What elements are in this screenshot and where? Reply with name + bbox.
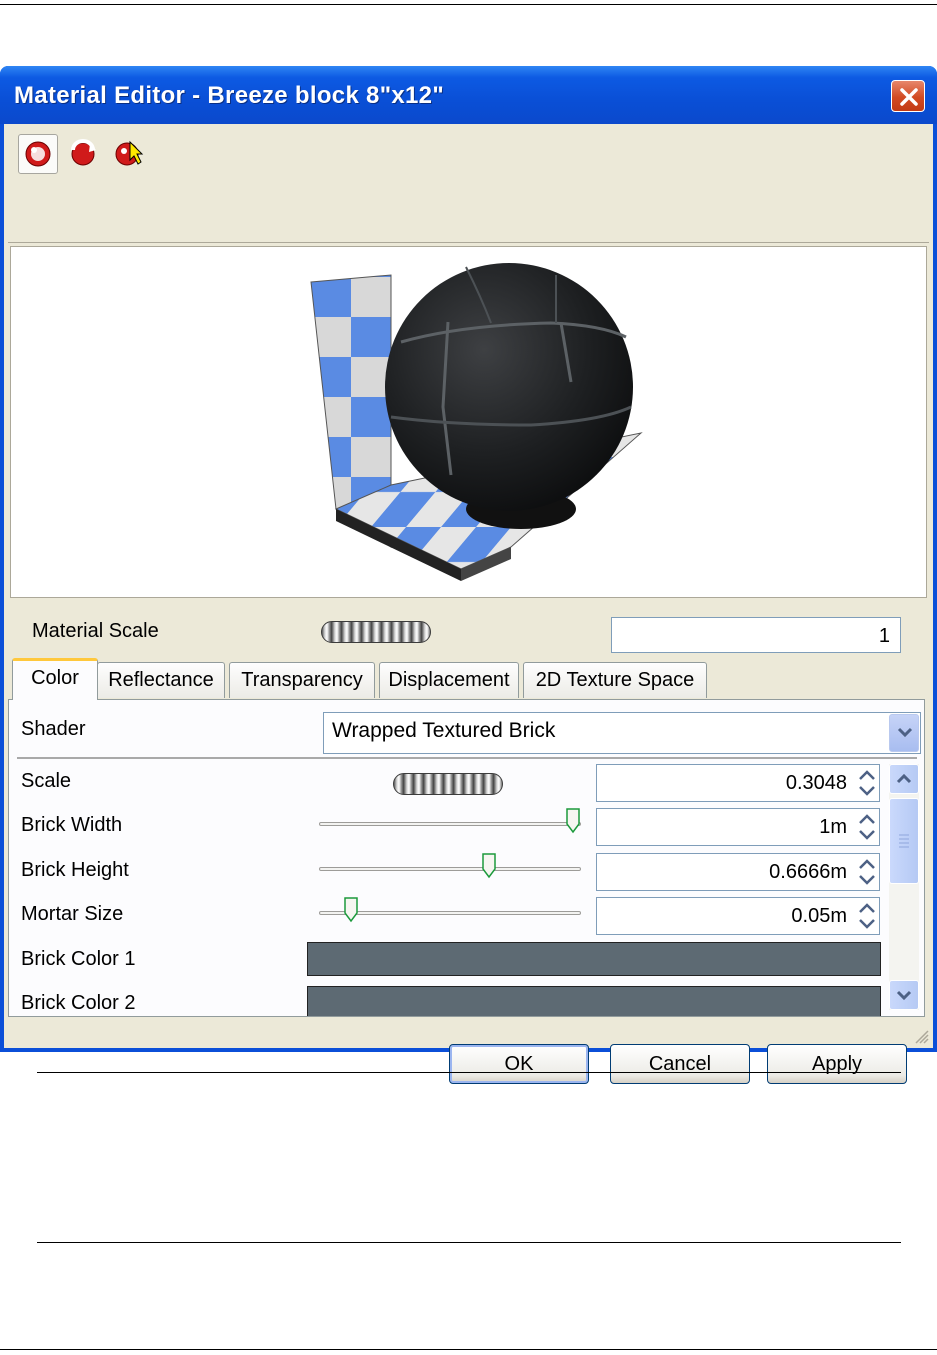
shader-dropdown[interactable]: Wrapped Textured Brick	[323, 712, 921, 754]
brick-height-slider-thumb[interactable]	[481, 853, 497, 879]
brick-width-slider-track[interactable]	[319, 822, 581, 826]
shader-separator	[17, 757, 917, 759]
apply-button[interactable]: Apply	[767, 1044, 907, 1084]
page-divider-2	[37, 1242, 901, 1243]
param-scale-label: Scale	[21, 770, 72, 792]
resize-grip-icon[interactable]	[911, 1026, 929, 1044]
brick-width-spinner-icon[interactable]	[855, 811, 879, 843]
clipped-row: Brick Color 2	[9, 980, 887, 1016]
param-brick-color-2-label: Brick Color 2	[21, 992, 136, 1014]
brick-height-slider-track[interactable]	[319, 867, 581, 871]
scale-spinner-icon[interactable]	[855, 767, 879, 799]
params-scrollbar[interactable]	[889, 764, 919, 1010]
close-button[interactable]	[891, 80, 925, 112]
tab-reflectance[interactable]: Reflectance	[97, 662, 225, 698]
scroll-thumb[interactable]	[889, 798, 919, 884]
preview-toolbar	[14, 128, 925, 178]
grip-lines-icon	[899, 834, 909, 848]
mortar-size-field[interactable]: 0.05m	[596, 897, 880, 935]
tab-transparency[interactable]: Transparency	[229, 662, 375, 698]
page-divider-1	[37, 1072, 901, 1073]
scale-field[interactable]: 0.3048	[596, 764, 880, 802]
shader-label: Shader	[21, 718, 86, 740]
shader-dropdown-button[interactable]	[889, 714, 919, 752]
page-top-rule	[0, 4, 937, 5]
scroll-down-button[interactable]	[889, 980, 919, 1010]
sphere-preview-button[interactable]	[18, 134, 58, 174]
tab-color[interactable]: Color	[12, 658, 98, 700]
param-mortar-size-label: Mortar Size	[21, 903, 124, 925]
tab-displacement[interactable]: Displacement	[379, 662, 519, 698]
brick-color-1-swatch[interactable]	[307, 942, 881, 976]
tab-2d-texture-space[interactable]: 2D Texture Space	[523, 662, 707, 698]
sphere-material-icon	[25, 141, 51, 167]
mortar-size-value: 0.05m	[791, 905, 847, 927]
page-bottom-rule	[0, 1349, 937, 1350]
material-preview[interactable]	[10, 246, 927, 598]
ok-button[interactable]: OK	[449, 1044, 589, 1084]
scale-thumbwheel[interactable]	[393, 773, 503, 795]
brick-height-spinner-icon[interactable]	[855, 856, 879, 888]
mortar-size-slider-thumb[interactable]	[343, 897, 359, 923]
param-brick-color-1-label: Brick Color 1	[21, 948, 136, 970]
brick-width-value: 1m	[819, 816, 847, 838]
scroll-up-button[interactable]	[889, 764, 919, 794]
material-preview-render	[310, 263, 643, 581]
material-scale-thumbwheel[interactable]	[321, 621, 431, 643]
material-editor-window: Material Editor - Breeze block 8"x12" Ma…	[0, 66, 937, 1084]
shader-value: Wrapped Textured Brick	[332, 719, 556, 742]
toolbar-separator	[8, 242, 929, 243]
param-brick-width-label: Brick Width	[21, 814, 123, 836]
scale-value: 0.3048	[785, 772, 847, 794]
pick-material-button[interactable]	[110, 134, 150, 174]
brick-height-field[interactable]: 0.6666m	[596, 853, 880, 891]
brick-color-2-swatch[interactable]	[307, 986, 881, 1016]
brick-width-slider-thumb[interactable]	[565, 808, 581, 834]
window-title: Material Editor - Breeze block 8"x12"	[14, 82, 445, 109]
material-scale-label: Material Scale	[32, 620, 159, 642]
param-brick-height-label: Brick Height	[21, 859, 129, 881]
cancel-button[interactable]: Cancel	[610, 1044, 750, 1084]
brick-width-field[interactable]: 1m	[596, 808, 880, 846]
tab-strip: Color Reflectance Transparency Displacem…	[8, 658, 929, 700]
dialog-client-area: Material Scale 1 Color Reflectance Trans…	[4, 124, 933, 1084]
brick-height-value: 0.6666m	[769, 861, 847, 883]
material-scale-field[interactable]: 1	[611, 617, 901, 653]
title-bar[interactable]: Material Editor - Breeze block 8"x12"	[0, 66, 937, 124]
close-icon	[900, 88, 918, 106]
rotate-preview-button[interactable]	[64, 134, 104, 174]
chevron-down-icon	[896, 990, 912, 1001]
rotate-material-icon	[71, 139, 96, 166]
color-tab-panel: Shader Wrapped Textured Brick Scale 0.30…	[8, 699, 925, 1017]
chevron-down-icon	[897, 727, 913, 738]
pick-material-icon	[115, 140, 144, 166]
chevron-up-icon	[896, 773, 912, 784]
mortar-size-spinner-icon[interactable]	[855, 900, 879, 932]
